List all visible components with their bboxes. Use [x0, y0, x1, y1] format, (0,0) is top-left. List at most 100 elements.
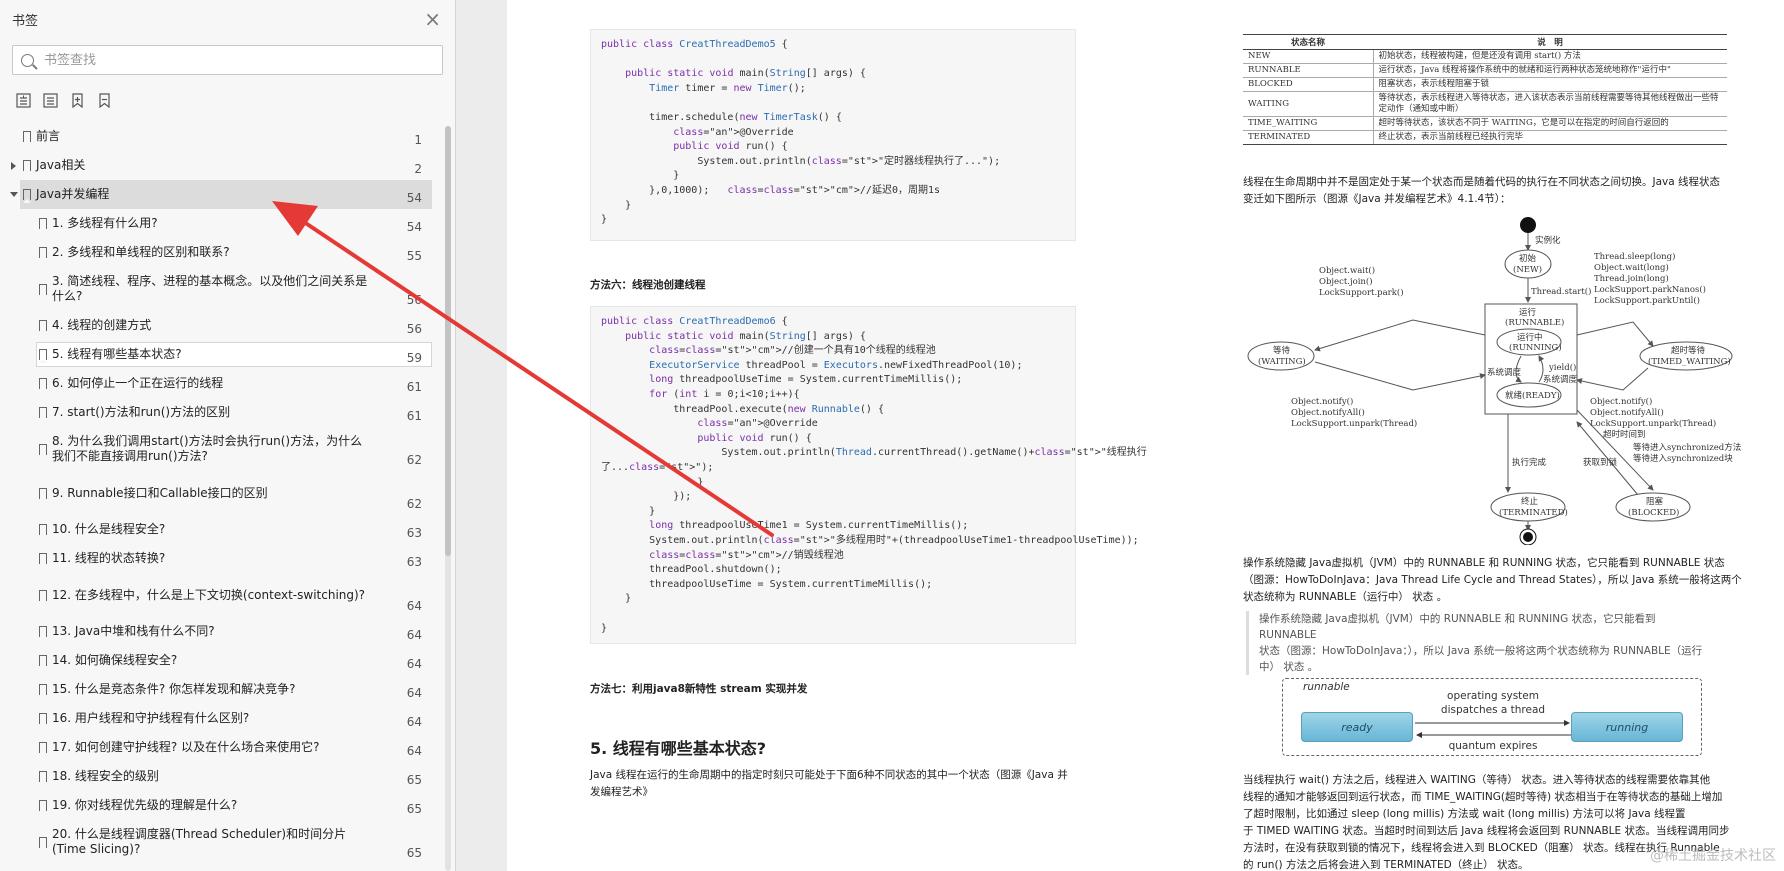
bookmark-label: 9. Runnable接口和Callable接口的区别 — [52, 485, 268, 500]
chevron-down-icon[interactable] — [10, 192, 18, 197]
wait-para-line5: 方法时，在没有获取到锁的情况下，线程将会进入到 BLOCKED（阻塞） 状态。线… — [1243, 842, 1720, 854]
bookmark-item[interactable]: 17. 如何创建守护线程? 以及在什么场合来使用它? 64 — [0, 733, 446, 762]
quote-line2: 状态（图源：HowToDoInJava：），所以 Java 系统一般将这两个状态… — [1259, 645, 1703, 657]
bookmark-item[interactable]: 20. 什么是线程调度器(Thread Scheduler)和时间分片(Time… — [0, 820, 446, 864]
collapse-all-icon[interactable] — [43, 92, 58, 108]
bookmark-icon — [39, 742, 47, 756]
bookmark-item[interactable]: Java相关 2 — [0, 151, 446, 180]
code-line: System.out.println(class="st">"定时器线程执行了.… — [601, 155, 1001, 167]
bookmark-icon — [39, 524, 47, 538]
timed-in-1: Thread.sleep(long) — [1594, 251, 1675, 262]
method6-title: 方法六：线程池创建线程 — [590, 279, 706, 291]
bookmark-icon — [39, 378, 47, 392]
bookmark-item[interactable]: 5. 线程有哪些基本状态? 59 — [0, 340, 446, 369]
bookmark-item[interactable]: 9. Runnable接口和Callable接口的区别 62 — [0, 471, 446, 515]
code-line: class="an">@Override — [697, 418, 818, 430]
bookmark-page-number: 59 — [406, 351, 422, 365]
code-line: threadpoolUseTime = System.currentTimeMi… — [601, 578, 933, 590]
state-desc-cell: 等待状态，表示线程进入等待状态，进入该状态表示当前线程需要等待其他线程做出一些特… — [1373, 91, 1727, 117]
chevron-right-icon[interactable] — [11, 161, 16, 170]
dispatch-label: operating system dispatches a thread — [1423, 689, 1563, 717]
bookmark-item[interactable]: 1. 多线程有什么用? 54 — [0, 209, 446, 238]
code-line: class="an">@Override — [673, 126, 794, 138]
bookmark-label: 前言 — [36, 129, 61, 143]
waiting-out-1: Object.notify() — [1291, 396, 1353, 407]
bookmark-item[interactable]: 19. 你对线程优先级的理解是什么? 65 — [0, 791, 446, 820]
bookmark-label: 1. 多线程有什么用? — [52, 216, 158, 230]
table-header-desc: 说 明 — [1373, 34, 1727, 50]
bookmark-page-number: 63 — [406, 555, 422, 569]
state-para-line2: 变迁如下图所示（图源《Java 并发编程艺术》4.1.4节）： — [1243, 193, 1511, 205]
thread-state-table: 状态名称 说 明 NEW 初始状态，线程被构建，但是还没有调用 start() 方… — [1243, 34, 1727, 145]
section-5-text-line2: 发编程艺术》 — [590, 786, 653, 798]
bookmark-item[interactable]: 3. 简述线程、程序、进程的基本概念。以及他们之间关系是什么? 56 — [0, 267, 446, 311]
code-line: },0,1000); class=class="st">"cm">//延迟0，周… — [601, 185, 941, 196]
bookmark-icon — [39, 320, 47, 334]
waiting-in-2: Object.join() — [1319, 276, 1373, 287]
state-name-cell: NEW — [1243, 49, 1374, 64]
state-name-cell: WAITING — [1243, 91, 1374, 117]
bookmark-item[interactable]: 12. 在多线程中，什么是上下文切换(context-switching)? 64 — [0, 573, 446, 617]
bookmark-item[interactable]: 16. 用户线程和守护线程有什么区别? 64 — [0, 704, 446, 733]
code-line: threadPool.execute(new Runnable() { — [601, 403, 884, 415]
bookmark-icon — [39, 553, 47, 567]
expand-all-icon[interactable] — [16, 92, 31, 108]
bookmark-item[interactable]: Java并发编程 54 — [0, 180, 446, 209]
timed-out-3: LockSupport.unpark(Thread) — [1590, 418, 1716, 429]
state-run-zh: 运行 — [1519, 307, 1537, 318]
bookmark-item[interactable]: 前言 1 — [0, 122, 446, 151]
wait-para-line6: 的 run() 方法之后将会进入到 TERMINATED（终止） 状态。 — [1243, 859, 1529, 871]
bookmark-page-number: 2 — [414, 162, 422, 176]
state-para-line1: 线程在生命周期中并不是固定处于某一个状态而是随着代码的执行在不同状态之间切换。J… — [1243, 176, 1721, 188]
code-line: public void run() { — [697, 432, 812, 444]
bookmark-item[interactable]: 18. 线程安全的级别 65 — [0, 762, 446, 791]
sidebar-scrollbar-thumb[interactable] — [445, 126, 451, 556]
bookmark-icon — [23, 189, 31, 203]
code-line: } — [601, 505, 656, 517]
bookmark-item[interactable]: 14. 如何确保线程安全? 64 — [0, 646, 446, 675]
bookmark-item[interactable]: 10. 什么是线程安全? 63 — [0, 515, 446, 544]
bookmark-page-number: 56 — [406, 293, 422, 307]
bookmark-search-input[interactable] — [44, 52, 434, 68]
bookmark-icon — [39, 713, 47, 727]
dispatch-line2: dispatches a thread — [1440, 704, 1546, 716]
code-line: }); — [601, 491, 692, 503]
bookmark-item[interactable]: 13. Java中堆和栈有什么不同? 64 — [0, 617, 446, 646]
code-line: public class CreatThreadDemo5 { — [601, 39, 788, 50]
bookmark-item[interactable]: 2. 多线程和单线程的区别和联系? 55 — [0, 238, 446, 267]
bookmark-list: 前言 1 Java相关 2 Java并发编程 54 1. 多线程有什么用? 54 2. 多线程和… — [0, 122, 446, 864]
runnable-diagram: runnable ready running operating system … — [1282, 678, 1702, 756]
bookmark-page-number: 64 — [406, 599, 422, 613]
delete-bookmark-icon[interactable] — [97, 92, 112, 108]
bookmark-icon — [39, 349, 47, 363]
bookmark-page-number: 61 — [406, 409, 422, 423]
state-name-cell: TIME_WAITING — [1243, 116, 1374, 131]
table-row: BLOCKED 阻塞状态，表示线程阻塞于锁 — [1243, 77, 1727, 92]
thread-state-diagram: 实例化 初始 (NEW) Thread.start() 运行 (RUNNABLE… — [1247, 217, 1741, 545]
bookmark-item[interactable]: 15. 什么是竞态条件? 你怎样发现和解决竞争? 64 — [0, 675, 446, 704]
bookmark-item[interactable]: 6. 如何停止一个正在运行的线程 61 — [0, 369, 446, 398]
bookmark-search-box[interactable] — [12, 45, 443, 75]
label-sync-block: 等待进入synchronized块 — [1633, 453, 1733, 464]
sidebar-scrollbar[interactable] — [445, 126, 451, 871]
bookmark-label: 17. 如何创建守护线程? 以及在什么场合来使用它? — [52, 740, 320, 754]
code-line: } — [601, 214, 608, 226]
search-icon — [21, 53, 34, 67]
bookmark-label: 10. 什么是线程安全? — [52, 522, 166, 536]
close-icon[interactable]: × — [424, 9, 441, 29]
bookmark-item[interactable]: 4. 线程的创建方式 56 — [0, 311, 446, 340]
wait-para-line4: 于 TIMED WAITING 状态。当超时时间到达后 Java 线程将会返回到… — [1243, 825, 1730, 837]
bookmark-item[interactable]: 8. 为什么我们调用start()方法时会执行run()方法，为什么我们不能直接… — [0, 427, 446, 471]
bookmark-label: 14. 如何确保线程安全? — [52, 653, 178, 667]
bookmark-item[interactable]: 11. 线程的状态转换? 63 — [0, 544, 446, 573]
section-5-text-line1: Java 线程在运行的生命周期中的指定时刻只可能处于下面6种不同状态的其中一个状… — [590, 769, 1068, 781]
bookmark-icon — [39, 218, 47, 232]
bookmark-label: Java并发编程 — [36, 187, 110, 201]
code-line: timer.schedule(new TimerTask() { — [601, 112, 842, 123]
bookmark-item[interactable]: 7. start()方法和run()方法的区别 61 — [0, 398, 446, 427]
state-timed-en: (TIMED_WAITING) — [1648, 356, 1731, 367]
add-bookmark-icon[interactable] — [70, 92, 85, 108]
state-running-zh: 运行中 — [1517, 332, 1543, 343]
os-para-line3: 状态统称为 RUNNABLE（运行中） 状态 。 — [1243, 591, 1448, 603]
bookmark-sidebar: 书签 × 前言 1 Java相关 2 Java并发编程 54 1. 多线程有什么用? 54 2.… — [0, 0, 456, 871]
